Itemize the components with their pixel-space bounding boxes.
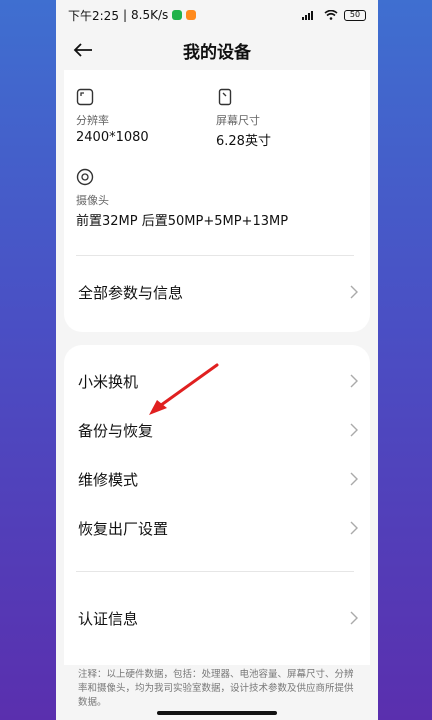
- row-all-params[interactable]: 全部参数与信息: [64, 270, 370, 314]
- all-params-label: 全部参数与信息: [78, 283, 184, 302]
- camera-label: 摄像头: [76, 194, 109, 207]
- row-certification[interactable]: 认证信息: [64, 596, 370, 640]
- battery-icon: 50: [344, 9, 366, 21]
- annotation-arrow-icon: [149, 363, 219, 415]
- arrow-left-icon: [73, 43, 92, 57]
- screen-icon: [76, 88, 94, 106]
- screen-size-value: 6.28英寸: [216, 134, 271, 149]
- chevron-right-icon: [350, 374, 358, 388]
- chevron-right-icon: [350, 472, 358, 486]
- repair-label: 维修模式: [78, 470, 139, 489]
- camera-icon: [76, 168, 94, 186]
- spec-screen-size: 屏幕尺寸 6.28英寸: [216, 88, 271, 149]
- chevron-right-icon: [350, 285, 358, 299]
- divider: [76, 255, 354, 256]
- row-repair-mode[interactable]: 维修模式: [64, 457, 370, 501]
- back-button[interactable]: [68, 38, 98, 62]
- wechat-notification-icon: [172, 10, 183, 20]
- factory-reset-label: 恢复出厂设置: [78, 519, 169, 538]
- divider: [76, 571, 354, 572]
- resolution-value: 2400*1080: [76, 130, 149, 145]
- wifi-icon: [324, 10, 338, 20]
- chevron-right-icon: [350, 611, 358, 625]
- resolution-label: 分辨率: [76, 114, 109, 127]
- spec-camera: 摄像头 前置32MP 后置50MP+5MP+13MP: [76, 168, 288, 229]
- app-notification-icon: [186, 10, 197, 20]
- status-separator: |: [122, 8, 127, 22]
- hardware-footnote: 注释：以上硬件数据，包括：处理器、电池容量、屏幕尺寸、分辨率和摄像头，均为我司实…: [78, 669, 354, 708]
- page-title: 我的设备: [183, 42, 251, 63]
- chevron-right-icon: [350, 423, 358, 437]
- row-factory-reset[interactable]: 恢复出厂设置: [64, 506, 370, 550]
- screen-size-label: 屏幕尺寸: [216, 114, 260, 127]
- status-right: 50: [302, 9, 366, 21]
- home-indicator[interactable]: [157, 711, 277, 715]
- camera-value: 前置32MP 后置50MP+5MP+13MP: [76, 214, 289, 229]
- device-specs-card: 分辨率 2400*1080 屏幕尺寸 6.28英寸 摄像头 前置32MP 后置5…: [64, 70, 370, 332]
- certification-label: 认证信息: [78, 609, 139, 628]
- network-speed: 8.5K/s: [131, 8, 169, 22]
- signal-icon: [302, 11, 313, 20]
- mi-mover-label: 小米换机: [78, 372, 139, 391]
- status-left: 下午2:25 | 8.5K/s: [68, 7, 197, 24]
- status-bar: 下午2:25 | 8.5K/s 50: [56, 0, 378, 30]
- backup-label: 备份与恢复: [78, 421, 154, 440]
- phone-icon: [218, 88, 232, 106]
- spec-resolution: 分辨率 2400*1080: [76, 88, 149, 145]
- app-header: 我的设备: [56, 30, 378, 70]
- status-time: 下午2:25: [68, 8, 119, 23]
- chevron-right-icon: [350, 521, 358, 535]
